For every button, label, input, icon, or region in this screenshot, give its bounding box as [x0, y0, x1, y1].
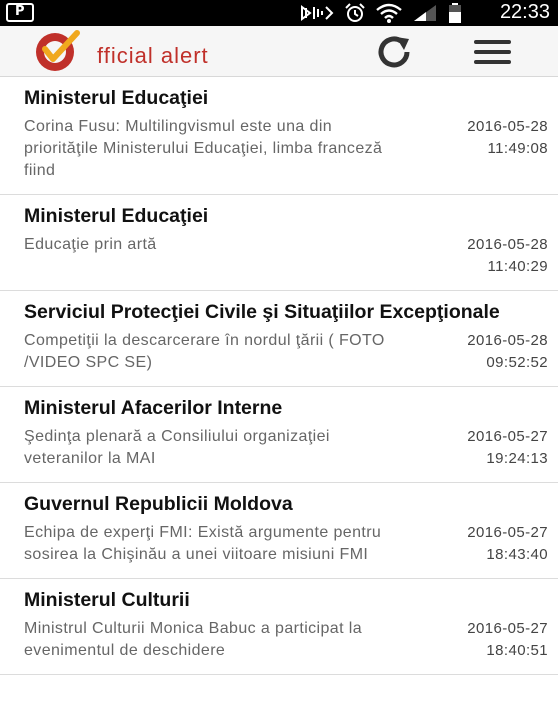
news-date: 2016-05-28 [467, 236, 548, 253]
battery-icon [449, 3, 461, 23]
news-time: 18:40:51 [486, 642, 548, 659]
news-text: Competiţii la descarcerare în nordul ţăr… [24, 332, 385, 371]
news-datetime: 2016-05-27 19:24:13 [467, 426, 548, 470]
news-source: Serviciul Protecţiei Civile şi Situaţiil… [24, 301, 500, 323]
news-item[interactable]: Ministerul Educaţiei Educaţie prin artă … [0, 195, 558, 291]
news-time: 09:52:52 [486, 354, 548, 371]
news-item[interactable]: Ministerul Culturii Ministrul Culturii M… [0, 579, 558, 675]
news-date: 2016-05-28 [467, 118, 548, 135]
news-text: Educaţie prin artă [24, 236, 157, 253]
refresh-icon [378, 36, 410, 68]
news-time: 18:43:40 [486, 546, 548, 563]
menu-bar [473, 50, 511, 54]
check-logo-icon [36, 30, 80, 71]
menu-bar [473, 60, 511, 64]
news-datetime: 2016-05-27 18:43:40 [467, 522, 548, 566]
news-date: 2016-05-27 [467, 620, 548, 637]
signal-icon [301, 5, 334, 21]
news-datetime: 2016-05-28 11:40:29 [467, 234, 548, 278]
status-time: 22:33 [499, 1, 550, 23]
news-time: 11:40:29 [487, 258, 548, 275]
app-logo[interactable]: fficial alert [29, 29, 219, 73]
notification-icon: P [6, 3, 34, 22]
wifi-icon [376, 3, 402, 23]
app-bar: fficial alert [0, 26, 558, 77]
news-source: Ministerul Educaţiei [24, 205, 209, 227]
logo-text: fficial alert [97, 43, 209, 68]
news-text: Echipa de experţi FMI: Există argumente … [24, 524, 382, 563]
news-item[interactable]: Serviciul Protecţiei Civile şi Situaţiil… [0, 291, 558, 387]
refresh-button[interactable] [369, 34, 417, 70]
news-time: 11:49:08 [487, 140, 548, 157]
news-item[interactable]: Ministerul Educaţiei Corina Fusu: Multil… [0, 77, 558, 195]
news-source: Guvernul Republicii Moldova [24, 493, 293, 515]
news-item[interactable]: Ministerul Afacerilor Interne Şedinţa pl… [0, 387, 558, 483]
news-date: 2016-05-27 [467, 524, 548, 541]
news-text: Şedinţa plenară a Consiliului organizaţi… [24, 428, 330, 467]
news-item[interactable]: Guvernul Republicii Moldova Echipa de ex… [0, 483, 558, 579]
status-bar: P 22:33 [0, 0, 558, 26]
news-text: Corina Fusu: Multilingvismul este una di… [24, 118, 383, 179]
news-datetime: 2016-05-28 11:49:08 [467, 116, 548, 160]
news-source: Ministerul Educaţiei [24, 87, 209, 109]
cell-signal-icon [414, 5, 436, 21]
news-source: Ministerul Afacerilor Interne [24, 397, 283, 419]
menu-button[interactable] [468, 34, 516, 70]
status-icons [300, 2, 462, 24]
news-datetime: 2016-05-28 09:52:52 [467, 330, 548, 374]
news-date: 2016-05-27 [467, 428, 548, 445]
news-list: Ministerul Educaţiei Corina Fusu: Multil… [0, 77, 558, 675]
menu-bar [473, 40, 511, 44]
alarm-icon [345, 3, 365, 22]
news-datetime: 2016-05-27 18:40:51 [467, 618, 548, 662]
news-source: Ministerul Culturii [24, 589, 190, 611]
news-time: 19:24:13 [486, 450, 548, 467]
news-text: Ministrul Culturii Monica Babuc a partic… [24, 620, 363, 659]
news-date: 2016-05-28 [467, 332, 548, 349]
